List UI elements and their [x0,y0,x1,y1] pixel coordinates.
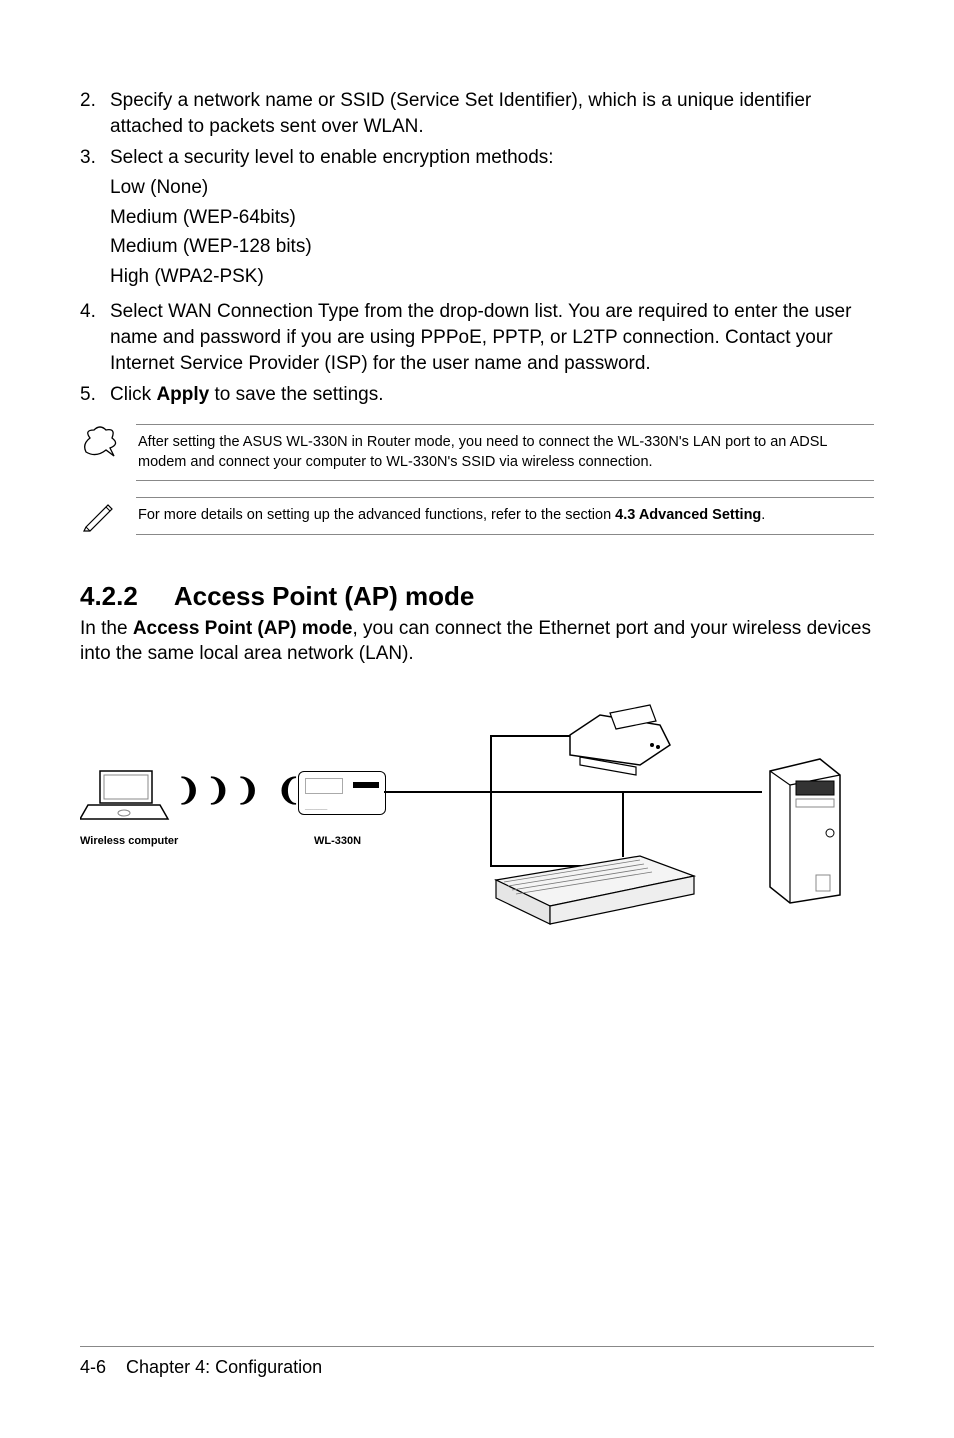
connector-line [384,791,492,793]
para-bold: Access Point (AP) mode [133,618,353,639]
warning-icon [80,424,120,460]
text-prefix: Click [110,384,156,405]
waves-right: ❩ ❩ ❩ [176,773,258,808]
connector-line [490,735,492,865]
list-body: Select a security level to enable encryp… [110,145,874,293]
device-panel [305,778,343,794]
info-note: For more details on setting up the advan… [80,497,874,535]
note-suffix: . [761,507,765,523]
sub-option-high: High (WPA2-PSK) [110,264,874,290]
sub-option-medium-128: Medium (WEP-128 bits) [110,234,874,260]
section-title-text: Access Point (AP) mode [174,581,475,611]
list-number: 4. [80,299,110,376]
device-logo [353,782,379,788]
info-text: For more details on setting up the advan… [136,497,874,535]
network-switch-icon [490,850,700,930]
page-footer: 4-6 Chapter 4: Configuration [80,1346,874,1378]
list-text: Select a security level to enable encryp… [110,145,874,171]
sub-option-medium-64: Medium (WEP-64bits) [110,205,874,231]
pc-tower-icon [760,755,850,905]
wireless-computer-label: Wireless computer [80,835,178,847]
list-item-2: 2. Specify a network name or SSID (Servi… [80,88,874,139]
page-number: 4-6 [80,1357,106,1377]
list-text: Click Apply to save the settings. [110,382,874,408]
text-suffix: to save the settings. [209,384,383,405]
connector-line [490,791,624,793]
para-prefix: In the [80,618,133,639]
list-item-4: 4. Select WAN Connection Type from the d… [80,299,874,376]
laptop-icon [80,765,170,825]
apply-bold: Apply [156,384,209,405]
list-item-3: 3. Select a security level to enable enc… [80,145,874,293]
list-number: 2. [80,88,110,139]
connector-line [622,791,762,793]
pencil-icon [80,497,120,533]
note-prefix: For more details on setting up the advan… [138,507,615,523]
list-number: 3. [80,145,110,293]
network-diagram: ❩ ❩ ❩ ❨ ❨ ❨ ________ Wireless computer W… [80,695,874,955]
printer-icon [560,695,680,785]
chapter-label: Chapter 4: Configuration [126,1357,322,1377]
warning-text: After setting the ASUS WL-330N in Router… [136,424,874,481]
list-text: Select WAN Connection Type from the drop… [110,299,874,376]
section-paragraph: In the Access Point (AP) mode, you can c… [80,616,874,667]
list-item-5: 5. Click Apply to save the settings. [80,382,874,408]
wl330n-label: WL-330N [314,835,361,847]
warning-note: After setting the ASUS WL-330N in Router… [80,424,874,481]
list-number: 5. [80,382,110,408]
device-port-label: ________ [305,805,327,811]
list-text: Specify a network name or SSID (Service … [110,88,874,139]
wl330n-device-icon: ________ [298,771,386,815]
section-heading: 4.2.2 Access Point (AP) mode [80,581,874,612]
connector-line [622,791,624,823]
section-number: 4.2.2 [80,581,138,612]
sub-option-low: Low (None) [110,175,874,201]
note-bold: 4.3 Advanced Setting [615,507,761,523]
